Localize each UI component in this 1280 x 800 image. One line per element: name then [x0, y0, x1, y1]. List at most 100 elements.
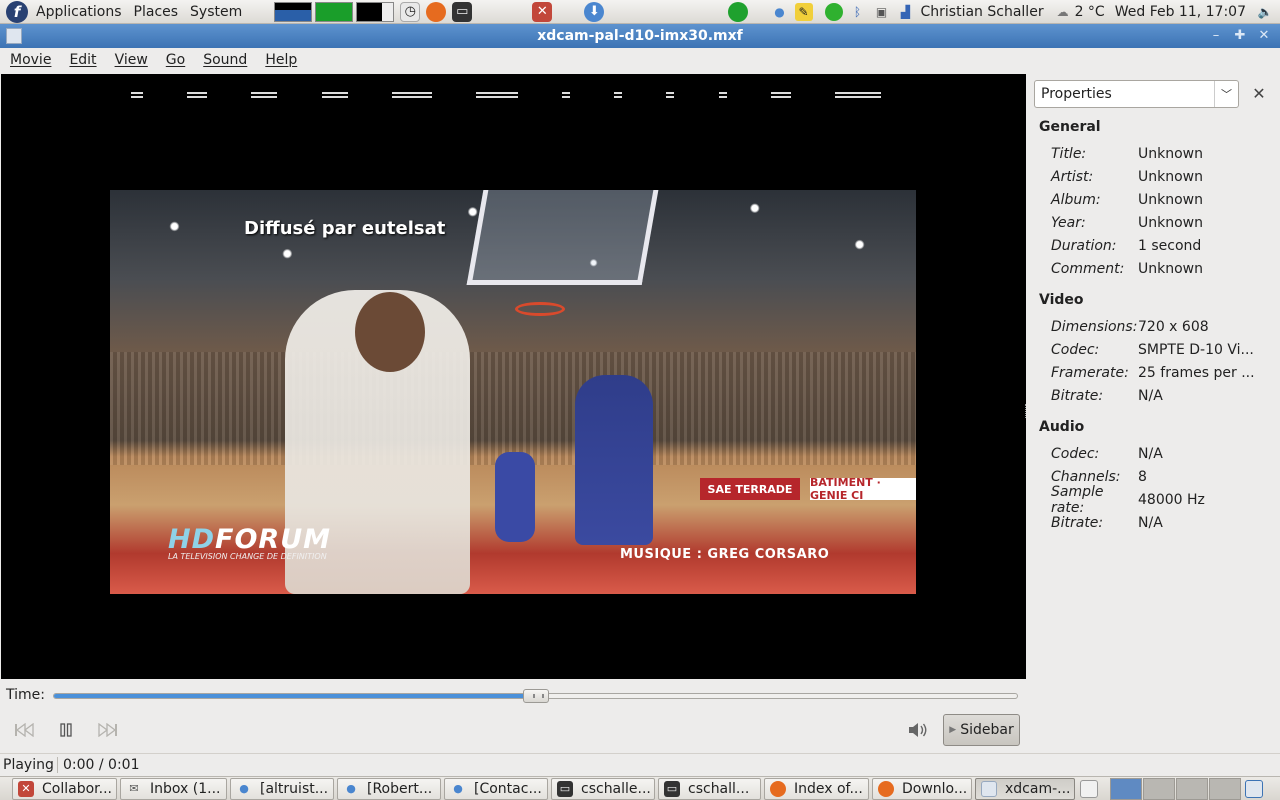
collabora-launcher-icon[interactable]: ✕ — [532, 1, 553, 22]
task-chat-altruist[interactable]: ● [altruist... — [230, 777, 334, 800]
temperature[interactable]: 2 °C — [1075, 4, 1105, 20]
menu-movie[interactable]: Movie — [0, 52, 59, 68]
task-label: [altruist... — [260, 780, 329, 797]
chat-tray-icon[interactable]: ● — [771, 3, 789, 21]
property-key: Year: — [1051, 214, 1086, 231]
task-firefox-downloads[interactable]: Downlo... — [872, 777, 972, 800]
task-terminal-1[interactable]: ▭ cschalle... — [551, 777, 655, 800]
close-icon[interactable]: ✕ — [1255, 27, 1273, 45]
task-label: Downlo... — [902, 780, 968, 797]
workspace-3[interactable] — [1176, 777, 1208, 800]
hd-forum-tagline: LA TELEVISION CHANGE DE DEFINITION — [168, 552, 327, 561]
menu-go[interactable]: Go — [156, 52, 193, 68]
white-player-head — [355, 292, 425, 372]
task-inbox[interactable]: ✉ Inbox (1... — [120, 777, 227, 800]
property-key: Artist: — [1051, 168, 1094, 185]
sidebar-close-icon[interactable]: ✕ — [1250, 84, 1268, 103]
network-tray-icon[interactable]: ▣ — [873, 3, 891, 21]
seek-handle[interactable] — [522, 689, 549, 703]
spotify-icon[interactable] — [728, 1, 749, 22]
chevron-right-icon: ▶ — [949, 725, 957, 735]
task-label: cschall... — [688, 780, 750, 797]
next-chapter-button[interactable] — [94, 718, 122, 742]
sidebar-button-label: Sidebar — [960, 722, 1014, 738]
property-key: Bitrate: — [1051, 514, 1104, 531]
applications-menu[interactable]: Applications — [36, 4, 122, 20]
chat-icon: ● — [239, 782, 249, 795]
property-row: Framerate: 25 frames per ... — [1039, 361, 1274, 384]
minimize-icon[interactable]: – — [1207, 27, 1225, 45]
section-heading: Audio — [1039, 419, 1085, 435]
ad-board-batiment: BATIMENT · GENIE CI — [810, 476, 916, 502]
user-name[interactable]: Christian Schaller — [921, 4, 1044, 20]
task-terminal-2[interactable]: ▭ cschall... — [658, 777, 761, 800]
pause-icon — [60, 723, 72, 737]
task-label: xdcam-... — [1005, 780, 1071, 797]
seek-bar[interactable] — [53, 689, 1018, 703]
status-online-icon[interactable] — [824, 3, 843, 21]
property-value: N/A — [1138, 514, 1163, 531]
maximize-icon[interactable]: ✚ — [1231, 27, 1249, 45]
property-key: Album: — [1051, 191, 1101, 208]
ad-board-sae: SAE TERRADE — [700, 478, 800, 500]
volume-tray-icon[interactable]: 🔈 — [1256, 3, 1274, 21]
clock-launcher-icon[interactable]: ◷ — [400, 1, 421, 22]
video-frame: SAE TERRADE BATIMENT · GENIE CI Diffusé … — [110, 190, 916, 594]
terminal-launcher-icon[interactable]: ▭ — [452, 1, 473, 22]
pause-button[interactable] — [52, 718, 80, 742]
menu-edit[interactable]: Edit — [59, 52, 104, 68]
task-firefox-index[interactable]: Index of... — [764, 777, 869, 800]
volume-button[interactable] — [903, 718, 933, 742]
workspace-1[interactable] — [1110, 777, 1142, 800]
property-value: SMPTE D-10 Vi... — [1138, 341, 1254, 358]
places-menu[interactable]: Places — [134, 4, 179, 20]
video-area[interactable]: SAE TERRADE BATIMENT · GENIE CI Diffusé … — [1, 74, 1026, 679]
property-value: Unknown — [1138, 260, 1203, 277]
sidebar-resize-grip[interactable] — [1025, 404, 1028, 418]
taskbar: ✕ Collabor... ✉ Inbox (1... ● [altruist... … — [0, 776, 1280, 800]
trash-icon[interactable] — [1245, 779, 1263, 798]
firefox-launcher-icon[interactable] — [426, 1, 447, 22]
mail-icon: ✉ — [129, 782, 139, 795]
property-value: Unknown — [1138, 145, 1203, 162]
chat-icon: ● — [453, 782, 463, 795]
cpu-monitor-icon[interactable] — [274, 1, 313, 22]
task-chat-contacts[interactable]: ● [Contac... — [444, 777, 548, 800]
task-collabora[interactable]: ✕ Collabor... — [12, 777, 117, 800]
terminal-icon: ▭ — [557, 780, 573, 797]
skip-forward-icon — [98, 723, 117, 737]
memory-monitor-icon[interactable] — [356, 1, 395, 22]
show-desktop-icon[interactable] — [1080, 779, 1098, 798]
menu-view[interactable]: View — [105, 52, 156, 68]
network-monitor-icon[interactable] — [315, 1, 354, 22]
menu-sound[interactable]: Sound — [193, 52, 255, 68]
task-totem-active[interactable]: xdcam-... — [975, 777, 1075, 800]
basketball-rim — [515, 302, 565, 316]
sidebar-mode-select[interactable]: Properties ﹀ — [1034, 80, 1239, 108]
workspace-2[interactable] — [1143, 777, 1175, 800]
task-label: [Contac... — [474, 780, 542, 797]
bluetooth-icon[interactable]: ᛒ — [849, 3, 867, 21]
pin-launcher-icon[interactable]: ⬇ — [584, 1, 605, 22]
task-chat-robert[interactable]: ● [Robert... — [337, 777, 441, 800]
playback-state: Playing — [3, 756, 54, 773]
music-caption: MUSIQUE : GREG CORSARO — [620, 547, 830, 562]
menu-help[interactable]: Help — [255, 52, 305, 68]
property-row: Album: Unknown — [1039, 188, 1274, 211]
property-key: Framerate: — [1051, 364, 1129, 381]
fedora-logo-icon[interactable]: f — [6, 0, 28, 23]
notes-tray-icon[interactable]: ✎ — [794, 3, 813, 21]
collabora-icon: ✕ — [18, 780, 34, 797]
speaker-icon — [909, 723, 927, 737]
basketball-backboard — [466, 190, 659, 285]
workspace-4[interactable] — [1209, 777, 1241, 800]
task-label: Inbox (1... — [150, 780, 221, 797]
previous-chapter-button[interactable] — [10, 718, 38, 742]
firefox-icon — [878, 780, 894, 797]
weather-icon[interactable]: ☁ — [1054, 3, 1072, 21]
playback-time: 0:00 / 0:01 — [57, 756, 140, 773]
clock[interactable]: Wed Feb 11, 17:07 — [1115, 4, 1246, 20]
sidebar-toggle-button[interactable]: ▶ Sidebar — [943, 714, 1020, 746]
system-menu[interactable]: System — [190, 4, 242, 20]
signal-strength-icon[interactable]: ▟ — [897, 3, 915, 21]
